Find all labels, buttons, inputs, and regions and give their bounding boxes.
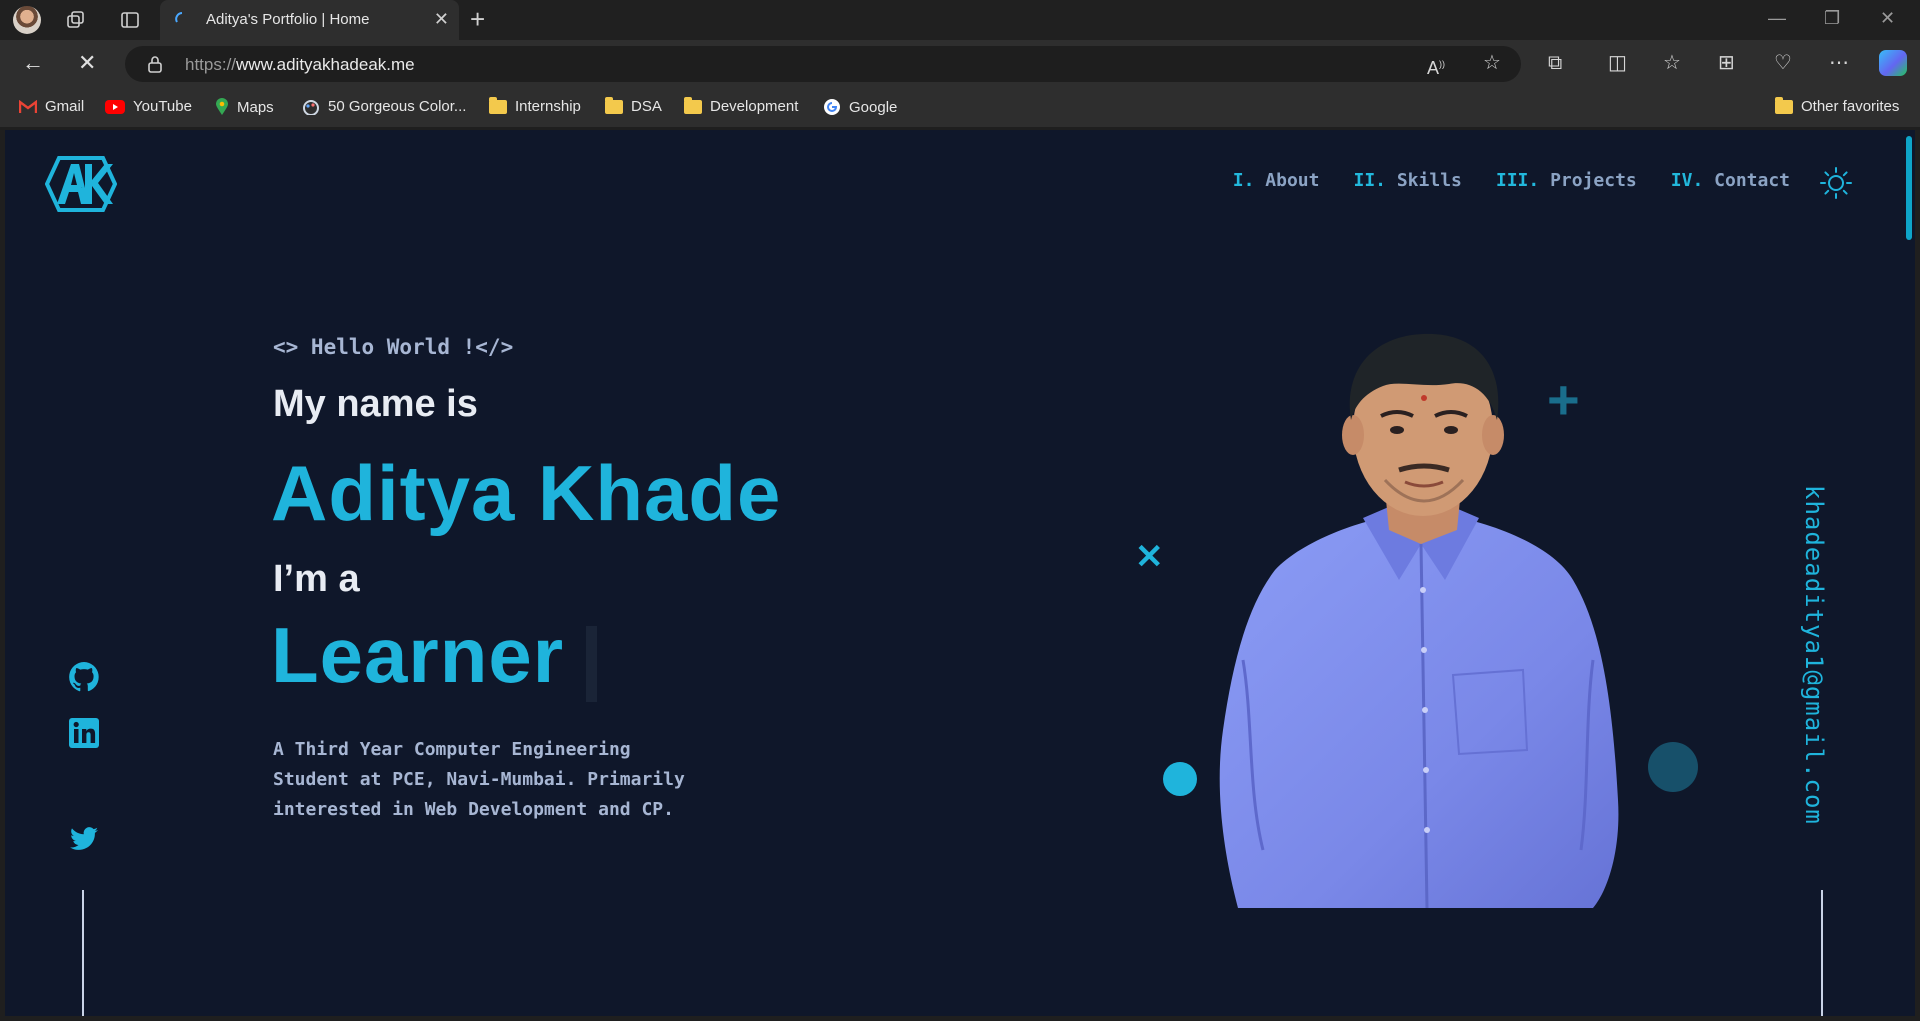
github-icon[interactable]	[67, 660, 101, 694]
tab-title: Aditya's Portfolio | Home	[206, 11, 370, 28]
right-divider-line	[1821, 890, 1823, 1016]
youtube-icon	[105, 99, 125, 114]
page-scrollbar[interactable]	[1901, 130, 1915, 1016]
url-text[interactable]: https://www.adityakhadeak.me	[185, 55, 415, 75]
bookmark-label: Maps	[237, 98, 274, 116]
bookmark-label: YouTube	[133, 98, 192, 115]
portfolio-page: AK I. About II. Skills III. Projects IV.…	[5, 130, 1915, 1016]
bookmark-colors[interactable]: 50 Gorgeous Color...	[302, 98, 466, 115]
browser-toolbar: ← ✕ https://www.adityakhadeak.me A)) ☆ ⧉…	[0, 40, 1920, 87]
hero-description: A Third Year Computer Engineering Studen…	[273, 739, 685, 820]
restore-icon[interactable]: ❐	[1824, 8, 1840, 29]
bookmarks-bar: Gmail YouTube Maps 50 Gorgeous Color... …	[0, 87, 1920, 127]
bookmark-internship[interactable]: Internship	[489, 96, 581, 115]
bookmark-label: Gmail	[45, 98, 85, 115]
nav-label: Contact	[1714, 170, 1790, 191]
bookmark-label: Internship	[515, 98, 581, 115]
ak-logo[interactable]: AK	[45, 154, 117, 214]
close-tab-icon[interactable]: ✕	[434, 9, 449, 30]
active-tab[interactable]: Aditya's Portfolio | Home ✕	[160, 0, 459, 40]
nav-number: IV.	[1670, 170, 1704, 191]
bookmark-label: Google	[849, 98, 898, 116]
address-bar[interactable]: https://www.adityakhadeak.me A)) ☆	[125, 46, 1521, 82]
favorites-icon[interactable]: ☆	[1663, 52, 1681, 74]
bookmark-gmail[interactable]: Gmail	[19, 98, 84, 115]
nav-number: I.	[1232, 170, 1255, 191]
nav-skills[interactable]: II. Skills	[1353, 170, 1461, 191]
hero-name: Aditya Khade	[271, 449, 782, 537]
twitter-icon[interactable]	[67, 822, 101, 856]
typed-role: Learner	[271, 611, 565, 699]
folder-icon	[605, 96, 623, 114]
decorative-dot-large	[1648, 742, 1698, 792]
nav-projects[interactable]: III. Projects	[1496, 170, 1637, 191]
email-link[interactable]: khadeaditya1@gmail.com	[1800, 485, 1828, 825]
bookmark-maps[interactable]: Maps	[215, 98, 274, 116]
read-aloud-icon[interactable]: A))	[1427, 53, 1445, 79]
decorative-cross-icon: ✕	[1135, 538, 1164, 576]
palette-icon	[303, 99, 319, 115]
url-scheme: https://	[185, 55, 237, 74]
intro-text: My name is	[273, 383, 478, 425]
bookmark-youtube[interactable]: YouTube	[105, 98, 192, 115]
lock-icon[interactable]	[147, 55, 163, 73]
role-intro: I’m a	[273, 558, 360, 600]
hello-world-tag: <> Hello World !</>	[273, 335, 514, 359]
url-host: www.adityakhadeak.me	[236, 55, 415, 74]
favorite-star-icon[interactable]: ☆	[1483, 52, 1501, 74]
new-tab-button[interactable]: +	[470, 6, 485, 32]
bookmark-label: Other favorites	[1801, 98, 1900, 115]
nav-contact[interactable]: IV. Contact	[1671, 170, 1790, 191]
scrollbar-thumb[interactable]	[1906, 136, 1912, 240]
extensions-icon[interactable]: ⧉	[1548, 52, 1562, 74]
nav-label: About	[1265, 170, 1320, 191]
nav-number: II.	[1353, 170, 1386, 191]
copilot-icon[interactable]	[1879, 50, 1907, 76]
decorative-dot	[1163, 762, 1197, 796]
left-divider-line	[82, 890, 84, 1016]
bookmark-label: Development	[710, 98, 799, 115]
loading-favicon-icon	[175, 12, 183, 23]
vertical-tabs-icon[interactable]	[118, 8, 142, 32]
sun-icon[interactable]	[1819, 166, 1853, 200]
stop-loading-icon[interactable]: ✕	[78, 50, 96, 76]
folder-icon	[1775, 96, 1793, 114]
nav-about[interactable]: I. About	[1233, 170, 1320, 191]
profile-avatar[interactable]	[13, 6, 41, 34]
bookmark-development[interactable]: Development	[684, 96, 799, 115]
more-options-icon[interactable]: ⋯	[1829, 52, 1849, 74]
back-arrow-icon[interactable]: ←	[22, 50, 44, 76]
folder-icon	[684, 96, 702, 114]
main-nav: I. About II. Skills III. Projects IV. Co…	[1233, 170, 1790, 191]
split-screen-icon[interactable]: ◫	[1608, 52, 1627, 74]
bookmark-google[interactable]: Google	[823, 98, 897, 116]
gmail-icon	[19, 99, 37, 113]
minimize-icon[interactable]: —	[1768, 8, 1786, 29]
linkedin-icon[interactable]	[67, 716, 101, 750]
nav-number: III.	[1495, 170, 1540, 191]
folder-icon	[489, 96, 507, 114]
typing-cursor	[586, 626, 597, 702]
collections-icon[interactable]: ⊞	[1718, 52, 1735, 74]
workspaces-icon[interactable]	[64, 8, 88, 32]
nav-label: Projects	[1550, 170, 1637, 191]
browser-tab-strip: Aditya's Portfolio | Home ✕ + — ❐ ✕	[0, 0, 1920, 40]
browser-essentials-icon[interactable]: ♡	[1774, 52, 1792, 74]
nav-label: Skills	[1396, 170, 1462, 191]
close-window-icon[interactable]: ✕	[1880, 8, 1895, 29]
bookmark-label: DSA	[631, 98, 662, 115]
profile-photo	[1219, 333, 1619, 908]
bookmark-dsa[interactable]: DSA	[605, 96, 662, 115]
maps-icon	[216, 98, 228, 115]
bookmark-label: 50 Gorgeous Color...	[328, 98, 467, 115]
google-icon	[824, 99, 840, 115]
bookmark-other-favorites[interactable]: Other favorites	[1775, 96, 1900, 115]
